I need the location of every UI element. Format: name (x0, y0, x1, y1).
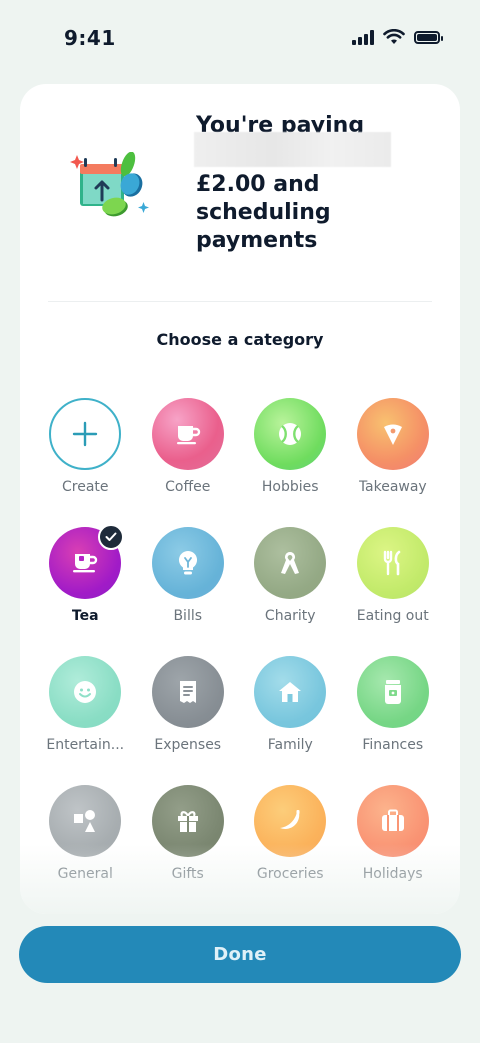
ribbon-icon (281, 552, 300, 574)
category-icon-circle (151, 785, 224, 857)
category-family[interactable]: Family (239, 656, 342, 785)
tea-cup-icon (73, 554, 98, 573)
category-label: Finances (362, 737, 424, 753)
battery-icon (414, 30, 443, 44)
status-bar: 9:41 (0, 0, 480, 78)
pizza-slice-icon (383, 424, 402, 445)
gift-icon (177, 811, 198, 832)
divider (48, 301, 432, 302)
category-tea[interactable]: Tea (34, 524, 137, 656)
category-label: Coffee (165, 479, 211, 495)
category-icon-circle (356, 656, 429, 728)
category-icon-circle (49, 656, 122, 728)
receipt-icon (179, 681, 196, 703)
category-holidays[interactable]: Holidays (342, 785, 445, 914)
status-icons (352, 29, 443, 45)
category-icon-circle (254, 656, 327, 728)
redacted-recipient (194, 132, 391, 167)
category-label: Gifts (171, 866, 204, 882)
category-bills[interactable]: Bills (137, 527, 240, 656)
category-finances[interactable]: Finances (342, 656, 445, 785)
category-label: Bills (173, 608, 203, 624)
category-label: Hobbies (261, 479, 319, 495)
create-category-button[interactable] (49, 398, 122, 470)
category-label: Eating out (356, 608, 429, 624)
category-coffee[interactable]: Coffee (137, 398, 240, 527)
category-card: You're paying £2.00 and scheduling payme… (20, 84, 460, 914)
category-create[interactable]: Create (34, 398, 137, 527)
category-label: Expenses (154, 737, 222, 753)
plus-icon (73, 421, 98, 447)
category-icon-circle (151, 527, 224, 599)
heading-line-3: scheduling (196, 200, 331, 225)
calendar-coins-illustration (70, 152, 149, 217)
category-icon-circle (254, 785, 327, 857)
category-icon-circle (254, 527, 327, 599)
category-eating-out[interactable]: Eating out (342, 527, 445, 656)
coffee-cup-icon (176, 426, 200, 445)
heading-line-4: payments (196, 228, 318, 253)
wifi-icon (383, 29, 405, 44)
category-takeaway[interactable]: Takeaway (342, 398, 445, 527)
category-label: Charity (264, 608, 316, 624)
status-time: 9:41 (64, 26, 116, 50)
category-icon-circle (49, 785, 122, 857)
tennis-ball-icon (279, 423, 302, 445)
suitcase-icon (381, 809, 404, 831)
cutlery-icon (383, 550, 401, 576)
category-gifts[interactable]: Gifts (137, 785, 240, 914)
category-icon-circle (151, 398, 224, 470)
heading-amount: £2.00 and (196, 172, 320, 197)
category-label: Groceries (256, 866, 324, 882)
category-label: General (57, 866, 113, 882)
section-title: Choose a category (156, 330, 324, 349)
money-jar-icon (384, 680, 401, 704)
lightbulb-icon (178, 550, 197, 575)
category-label: Tea (71, 608, 99, 624)
done-button[interactable]: Done (19, 926, 461, 983)
category-grid: Create Coffee Hobbies Takeaway Tea Bills… (34, 398, 444, 914)
category-icon-circle (356, 785, 429, 857)
smiley-icon (74, 681, 97, 703)
category-icon-circle (49, 524, 125, 599)
category-icon-circle (356, 527, 429, 599)
cellular-signal-icon (352, 29, 374, 45)
category-label: Family (267, 737, 313, 753)
shapes-icon (74, 810, 96, 832)
category-icon-circle (356, 398, 429, 470)
category-charity[interactable]: Charity (239, 527, 342, 656)
category-label: Entertain... (46, 737, 125, 753)
category-icon-circle (254, 398, 327, 470)
category-groceries[interactable]: Groceries (239, 785, 342, 914)
category-label: Holidays (362, 866, 423, 882)
category-entertainment[interactable]: Entertain... (34, 656, 137, 785)
payment-summary-heading: You're paying £2.00 and scheduling payme… (194, 112, 436, 255)
category-label: Takeaway (358, 479, 427, 495)
selected-check-icon (98, 524, 125, 550)
category-hobbies[interactable]: Hobbies (239, 398, 342, 527)
category-icon-circle (151, 656, 224, 728)
house-icon (279, 682, 302, 702)
category-general[interactable]: General (34, 785, 137, 914)
category-label: Create (61, 479, 109, 495)
banana-icon (280, 810, 300, 829)
category-expenses[interactable]: Expenses (137, 656, 240, 785)
